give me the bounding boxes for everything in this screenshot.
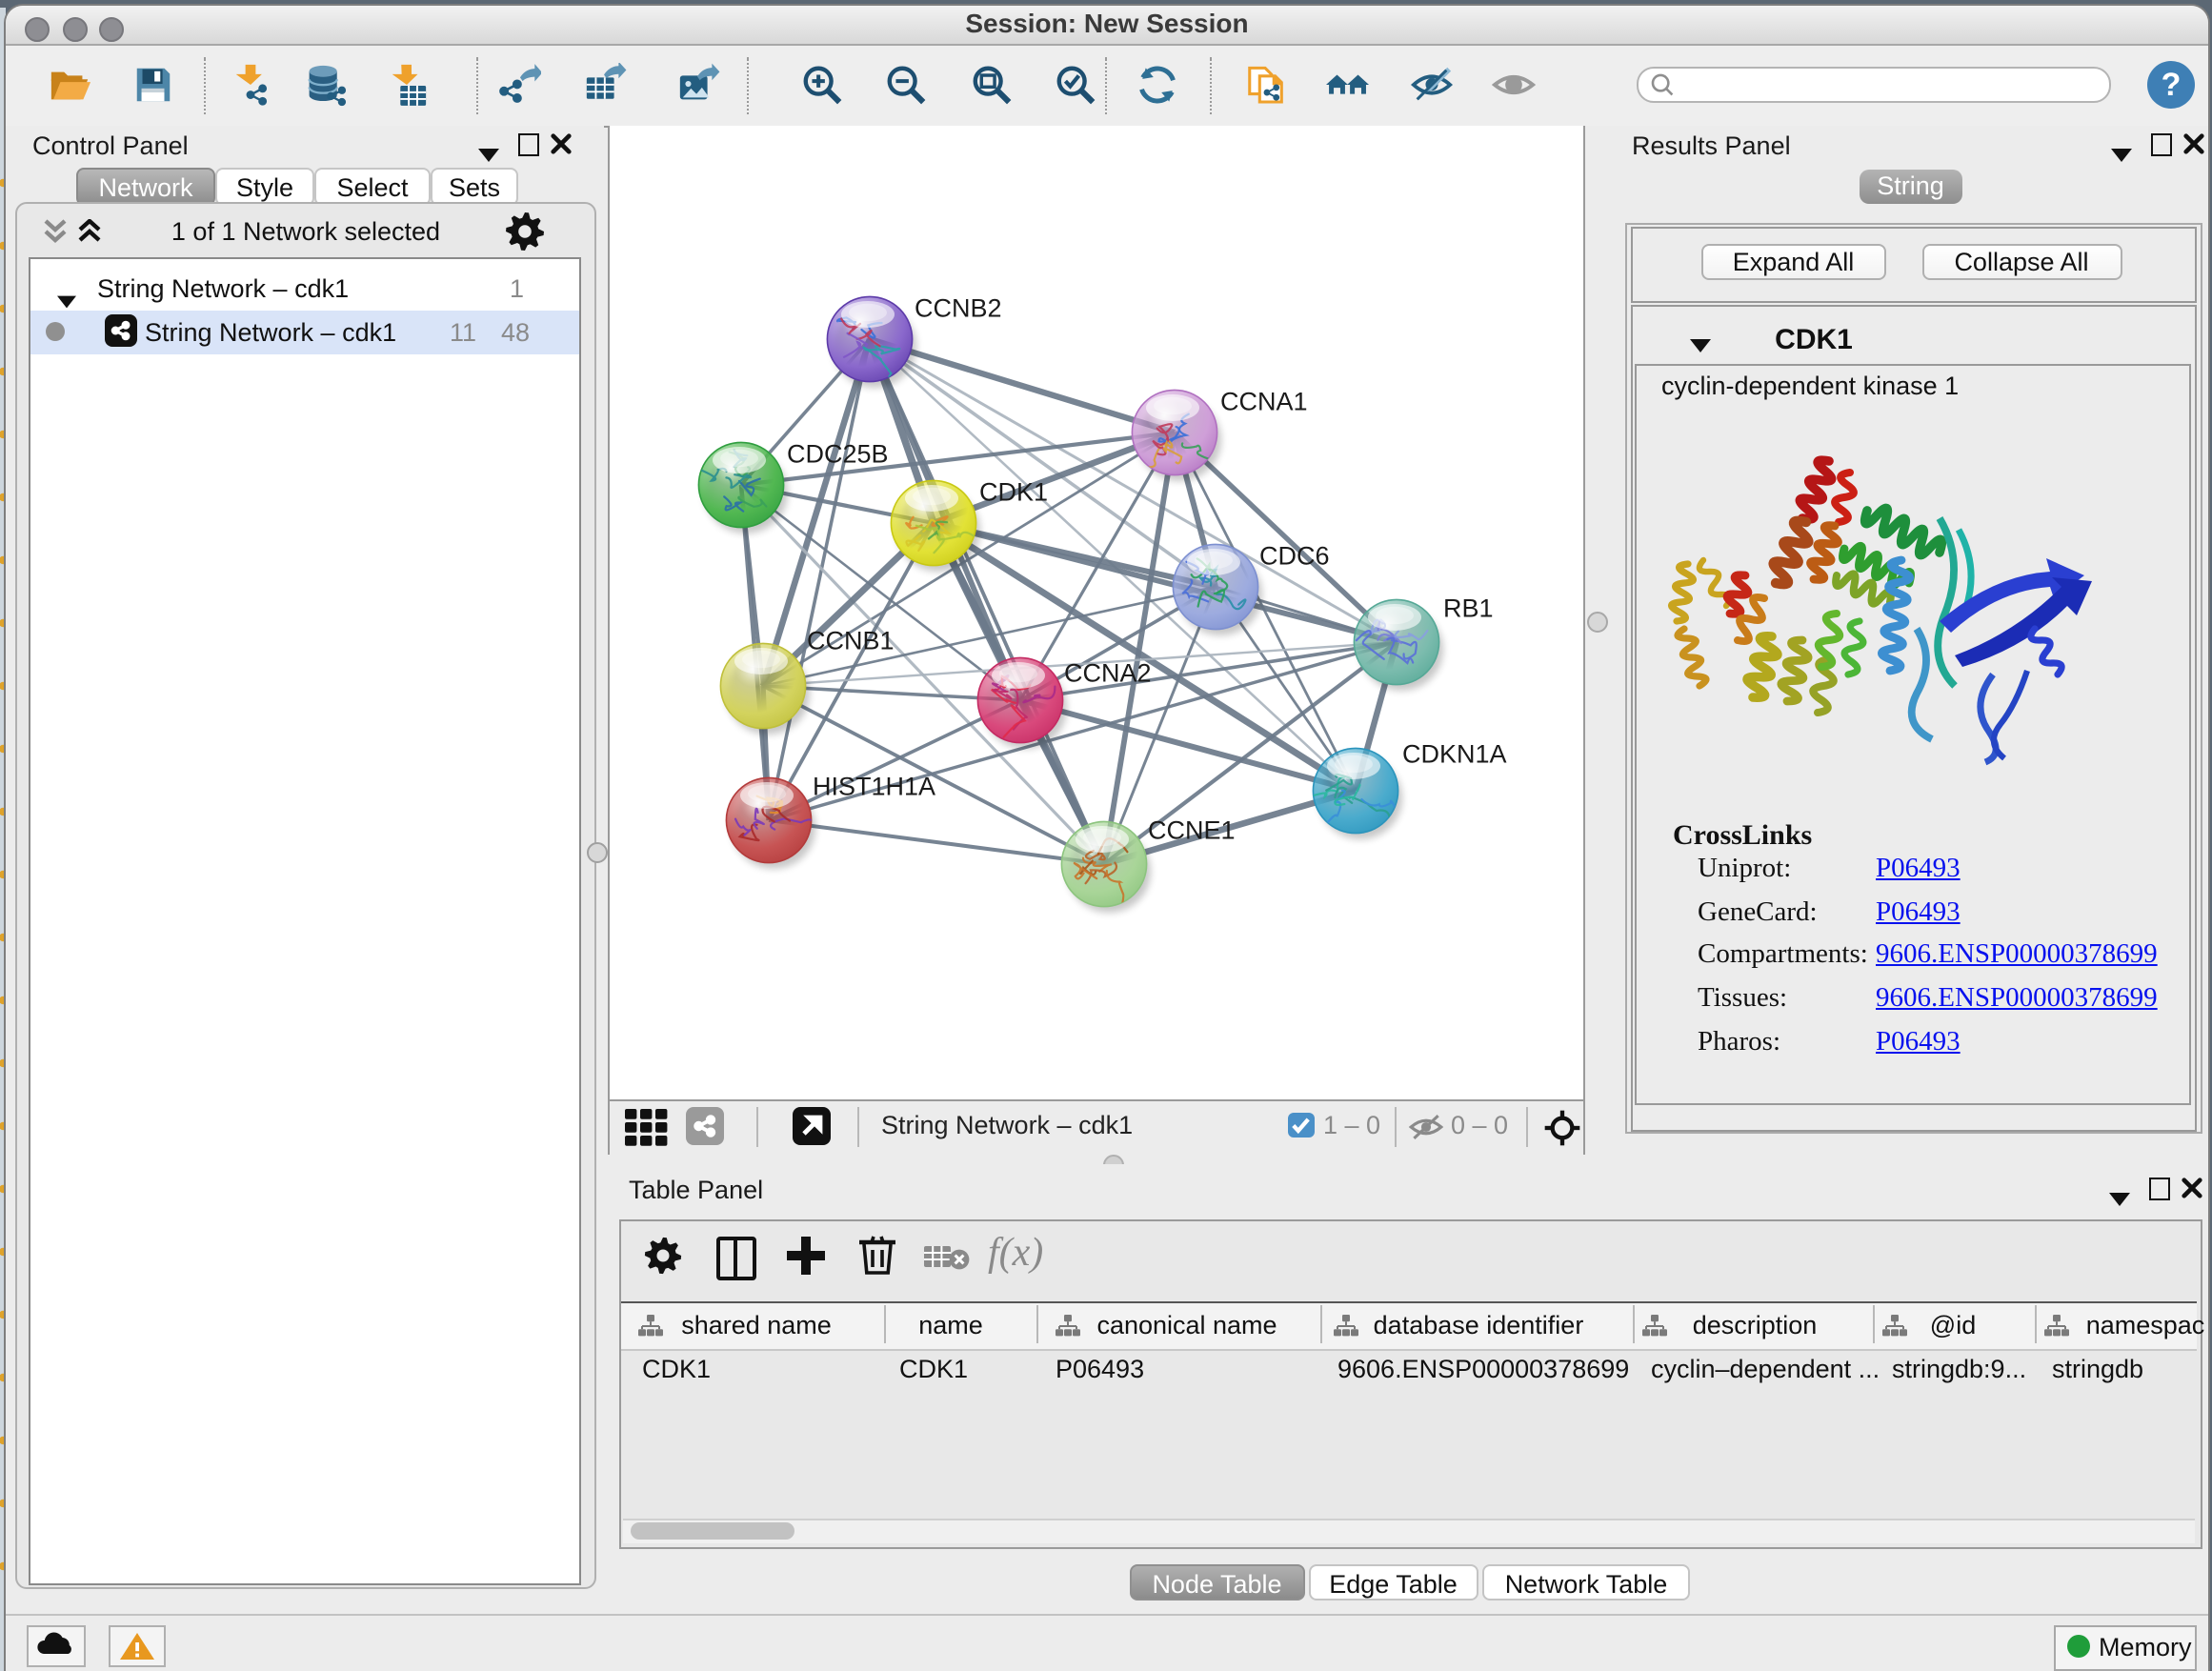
svg-text:CDK1: CDK1 bbox=[978, 478, 1047, 507]
svg-text:CCNA2: CCNA2 bbox=[1063, 659, 1151, 688]
svg-text:CCNB2: CCNB2 bbox=[914, 294, 1001, 323]
svg-text:RB1: RB1 bbox=[1442, 594, 1493, 623]
svg-text:CDKN1A: CDKN1A bbox=[1401, 740, 1506, 769]
svg-text:CCNE1: CCNE1 bbox=[1147, 816, 1235, 845]
svg-text:CCNB1: CCNB1 bbox=[806, 627, 894, 655]
svg-text:HIST1H1A: HIST1H1A bbox=[812, 773, 935, 801]
svg-text:CDC6: CDC6 bbox=[1258, 542, 1329, 571]
svg-text:CDC25B: CDC25B bbox=[786, 440, 888, 469]
svg-text:CCNA1: CCNA1 bbox=[1219, 388, 1307, 416]
